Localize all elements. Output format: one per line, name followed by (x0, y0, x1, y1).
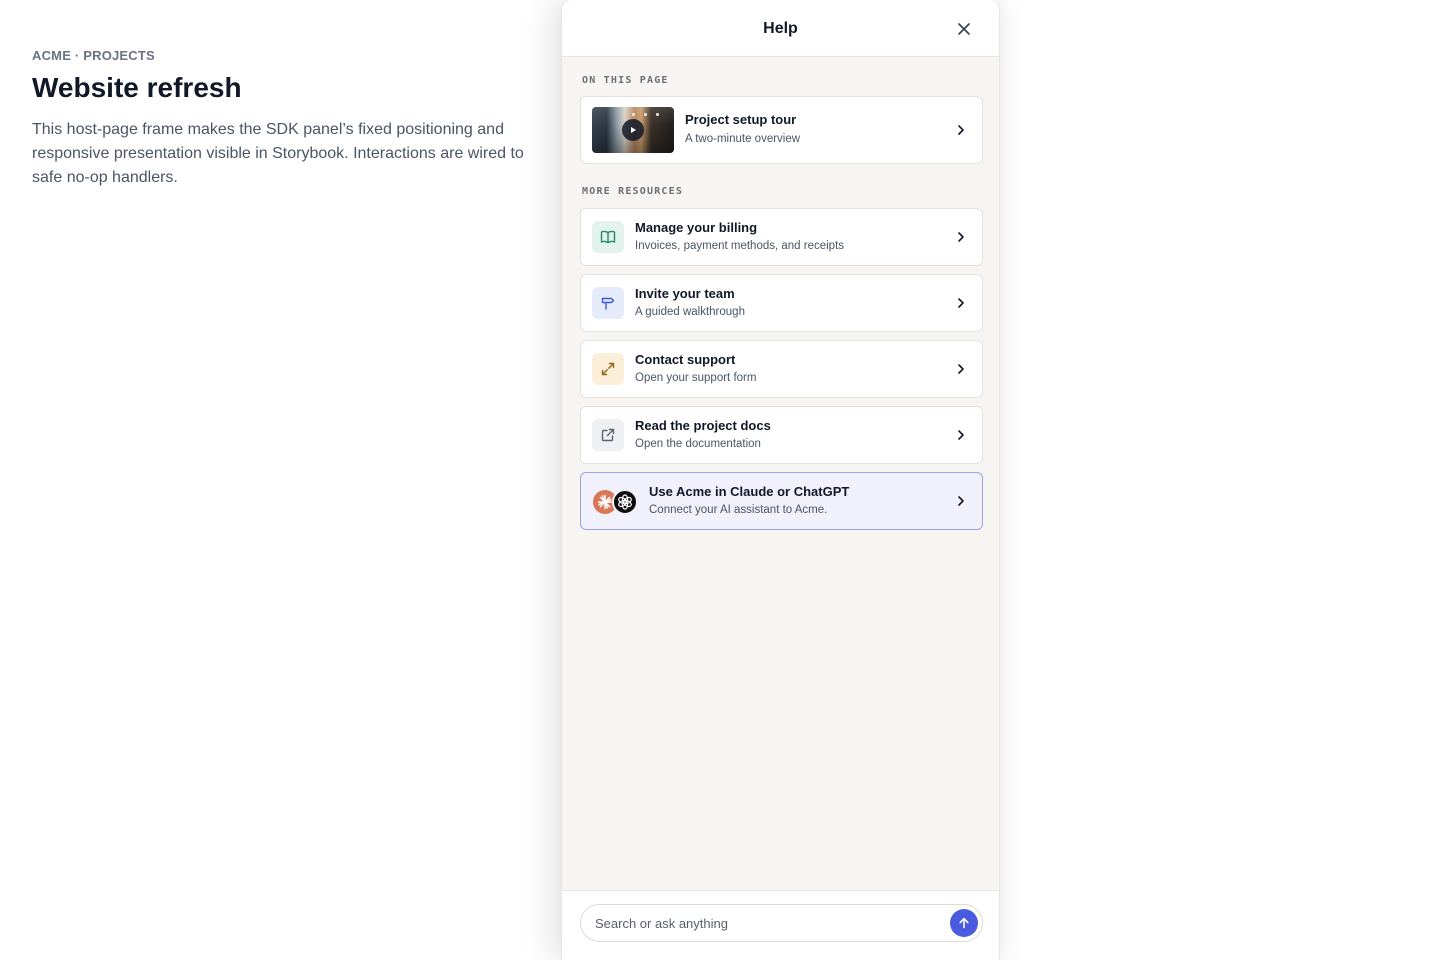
panel-footer (562, 890, 999, 960)
play-icon (622, 119, 644, 141)
page-description: This host-page frame makes the SDK panel… (32, 121, 524, 186)
featured-title: Project setup tour (685, 112, 797, 127)
chevron-right-icon (954, 230, 968, 244)
host-page: ACME · PROJECTS Website refresh This hos… (32, 48, 552, 190)
chevron-right-icon (954, 428, 968, 442)
breadcrumb: ACME · PROJECTS (32, 48, 155, 63)
expand-icon (592, 353, 624, 385)
ai-assistant-card[interactable]: Use Acme in Claude or ChatGPT Connect yo… (580, 472, 983, 530)
resource-contact-support[interactable]: Contact support Open your support form (580, 340, 983, 398)
arrow-up-icon (959, 917, 969, 929)
book-icon (592, 221, 624, 253)
resource-subtitle: A guided walkthrough (635, 306, 745, 318)
chevron-right-icon (954, 494, 968, 508)
ai-logos (593, 489, 641, 515)
chatgpt-logo-icon (612, 489, 638, 515)
resource-subtitle: Open your support form (635, 372, 757, 384)
resource-subtitle: Invoices, payment methods, and receipts (635, 240, 845, 252)
resource-title: Read the project docs (635, 418, 771, 433)
close-icon (958, 23, 970, 35)
search-input[interactable] (595, 905, 935, 941)
resource-title: Contact support (635, 352, 736, 367)
send-button[interactable] (950, 909, 978, 937)
section-label-on-this-page: ON THIS PAGE (582, 75, 669, 86)
chevron-right-icon (954, 123, 968, 137)
resource-title: Manage your billing (635, 220, 758, 235)
chevron-right-icon (954, 296, 968, 310)
panel-title: Help (763, 20, 798, 37)
video-thumbnail (592, 107, 674, 153)
chevron-right-icon (954, 362, 968, 376)
panel-header: Help (562, 0, 999, 57)
close-button[interactable] (953, 18, 975, 40)
ai-card-title: Use Acme in Claude or ChatGPT (649, 484, 850, 499)
resource-title: Invite your team (635, 286, 735, 301)
resource-subtitle: Open the documentation (635, 438, 761, 450)
section-label-more-resources: MORE RESOURCES (582, 186, 684, 197)
featured-video-card[interactable]: Project setup tour A two-minute overview (580, 96, 983, 164)
featured-subtitle: A two-minute overview (685, 133, 801, 145)
signpost-icon (592, 287, 624, 319)
resource-project-docs[interactable]: Read the project docs Open the documenta… (580, 406, 983, 464)
resource-invite-team[interactable]: Invite your team A guided walkthrough (580, 274, 983, 332)
resource-billing[interactable]: Manage your billing Invoices, payment me… (580, 208, 983, 266)
search-bar (580, 904, 983, 942)
external-link-icon (592, 419, 624, 451)
help-panel: Help ON THIS PAGE Project setup tour A t… (561, 0, 1000, 960)
ai-card-subtitle: Connect your AI assistant to Acme. (649, 504, 828, 516)
page-title: Website refresh (32, 72, 242, 103)
